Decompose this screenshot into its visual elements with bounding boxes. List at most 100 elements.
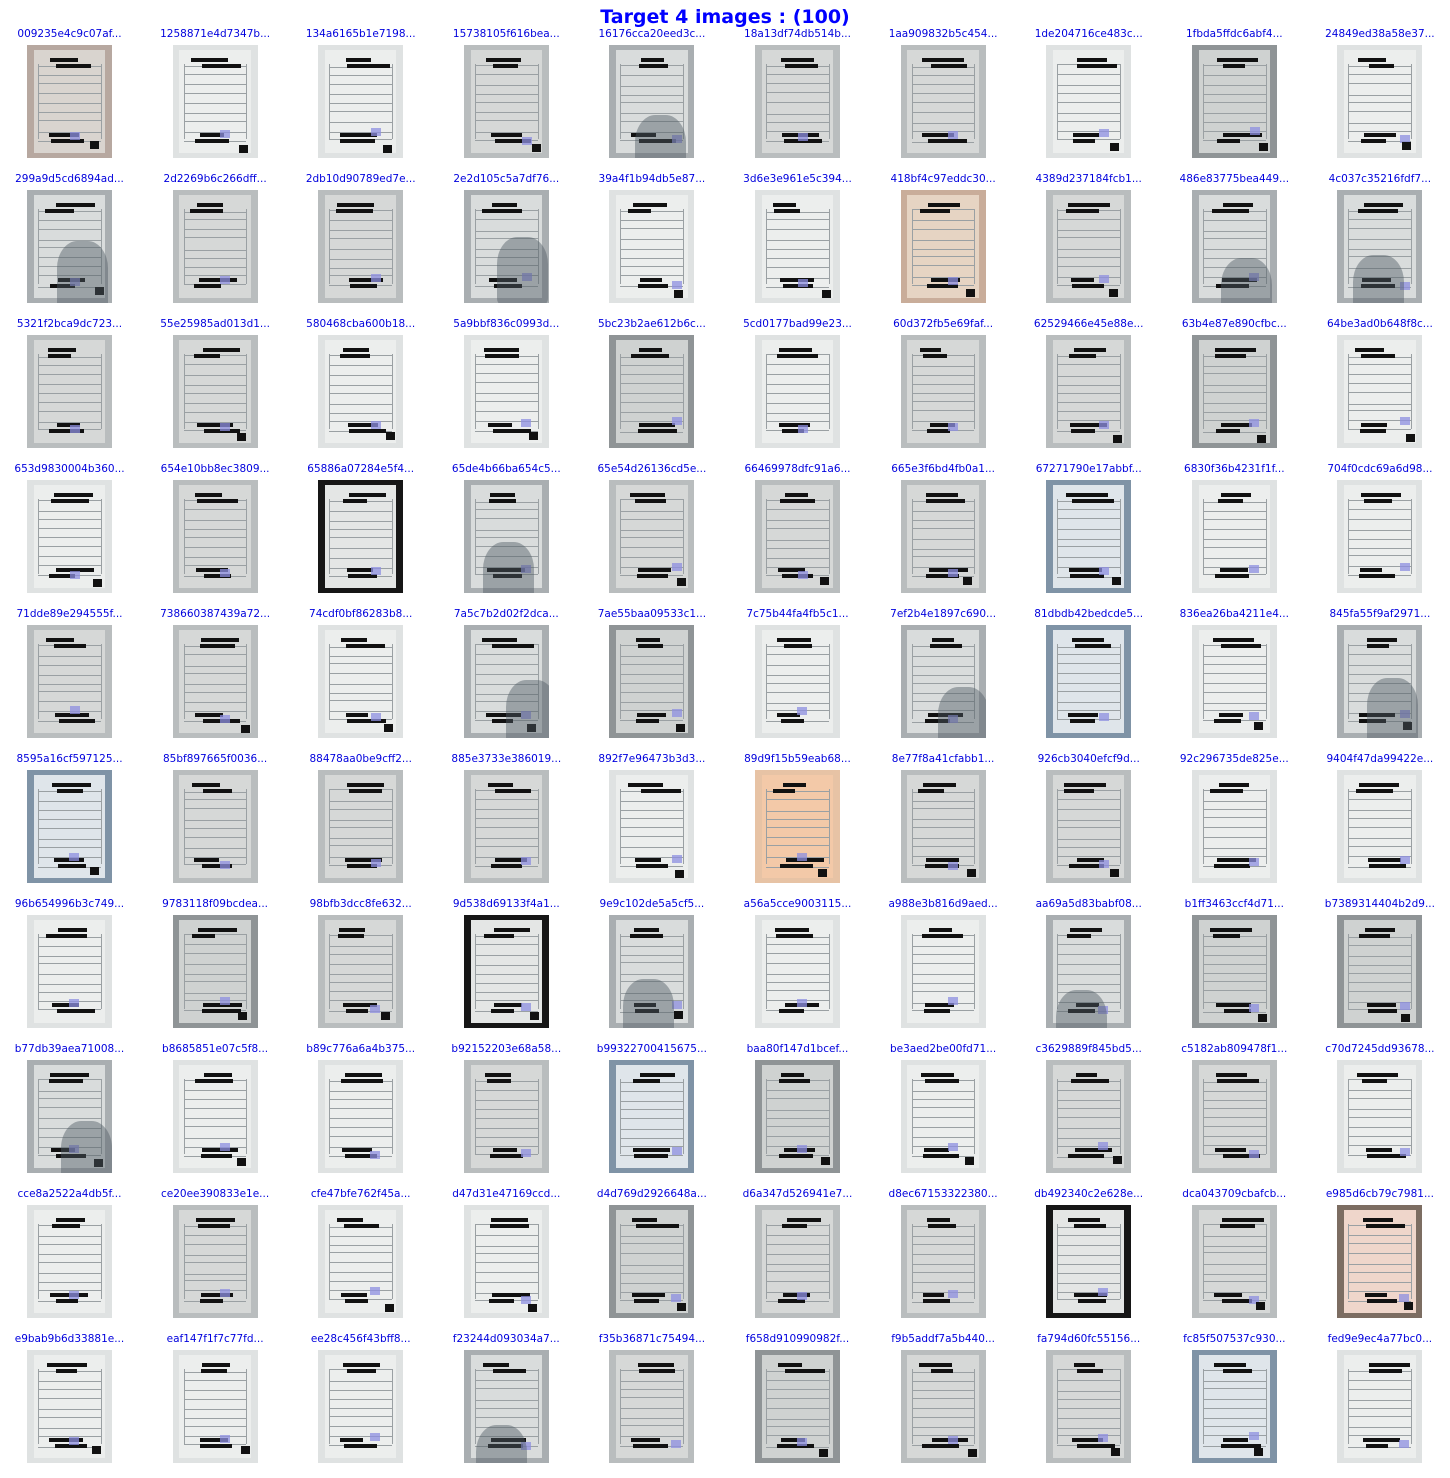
image-tile[interactable]: 665e3f6bd4fb0a1... bbox=[874, 463, 1019, 608]
image-tile[interactable]: 89d9f15b59eab68... bbox=[728, 753, 873, 898]
image-tile[interactable]: c70d7245dd93678... bbox=[1310, 1043, 1450, 1188]
image-tile[interactable]: 7c75b44fa4fb5c1... bbox=[728, 608, 873, 753]
image-tile[interactable]: 009235e4c9c07af... bbox=[0, 28, 145, 173]
image-tile[interactable]: d4d769d2926648a... bbox=[582, 1188, 727, 1333]
image-tile[interactable]: d47d31e47169ccd... bbox=[437, 1188, 582, 1333]
image-tile[interactable]: a56a5cce9003115... bbox=[728, 898, 873, 1043]
image-tile[interactable]: 5321f2bca9dc723... bbox=[0, 318, 145, 463]
image-tile[interactable]: 2db10d90789ed7e... bbox=[291, 173, 436, 318]
image-tile[interactable]: 134a6165b1e7198... bbox=[291, 28, 436, 173]
image-tile[interactable]: 88478aa0be9cff2... bbox=[291, 753, 436, 898]
image-tile[interactable]: c3629889f845bd5... bbox=[1019, 1043, 1164, 1188]
image-tile[interactable]: 2e2d105c5a7df76... bbox=[437, 173, 582, 318]
image-tile[interactable]: f35b36871c75494... bbox=[582, 1333, 727, 1478]
image-tile[interactable]: 96b654996b3c749... bbox=[0, 898, 145, 1043]
image-tile[interactable]: 9783118f09bcdea... bbox=[146, 898, 291, 1043]
image-tile[interactable]: 66469978dfc91a6... bbox=[728, 463, 873, 608]
image-tile[interactable]: 9d538d69133f4a1... bbox=[437, 898, 582, 1043]
image-tile[interactable]: ce20ee390833e1e... bbox=[146, 1188, 291, 1333]
image-tile[interactable]: 1aa909832b5c454... bbox=[874, 28, 1019, 173]
image-tile[interactable]: 71dde89e294555f... bbox=[0, 608, 145, 753]
image-tile[interactable]: 486e83775bea449... bbox=[1165, 173, 1310, 318]
image-tile[interactable]: 65e54d26136cd5e... bbox=[582, 463, 727, 608]
image-tile[interactable]: d8ec67153322380... bbox=[874, 1188, 1019, 1333]
image-tile[interactable]: 845fa55f9af2971... bbox=[1310, 608, 1450, 753]
image-tile[interactable]: b89c776a6a4b375... bbox=[291, 1043, 436, 1188]
image-tile[interactable]: 1de204716ce483c... bbox=[1019, 28, 1164, 173]
image-tile[interactable]: 738660387439a72... bbox=[146, 608, 291, 753]
image-tile[interactable]: ee28c456f43bff8... bbox=[291, 1333, 436, 1478]
image-tile[interactable]: b8685851e07c5f8... bbox=[146, 1043, 291, 1188]
image-tile[interactable]: 67271790e17abbf... bbox=[1019, 463, 1164, 608]
image-tile[interactable]: 8e77f8a41cfabb1... bbox=[874, 753, 1019, 898]
image-tile[interactable]: eaf147f1f7c77fd... bbox=[146, 1333, 291, 1478]
image-tile[interactable]: b7389314404b2d9... bbox=[1310, 898, 1450, 1043]
image-tile[interactable]: 4389d237184fcb1... bbox=[1019, 173, 1164, 318]
image-tile[interactable]: baa80f147d1bcef... bbox=[728, 1043, 873, 1188]
image-tile[interactable]: 39a4f1b94db5e87... bbox=[582, 173, 727, 318]
image-tile[interactable]: dca043709cbafcb... bbox=[1165, 1188, 1310, 1333]
image-tile[interactable]: f23244d093034a7... bbox=[437, 1333, 582, 1478]
image-tile[interactable]: 16176cca20eed3c... bbox=[582, 28, 727, 173]
image-tile[interactable]: cfe47bfe762f45a... bbox=[291, 1188, 436, 1333]
image-tile[interactable]: 74cdf0bf86283b8... bbox=[291, 608, 436, 753]
image-tile[interactable]: 18a13df74db514b... bbox=[728, 28, 873, 173]
image-tile[interactable]: d6a347d526941e7... bbox=[728, 1188, 873, 1333]
image-tile[interactable]: 64be3ad0b648f8c... bbox=[1310, 318, 1450, 463]
image-tile[interactable]: 704f0cdc69a6d98... bbox=[1310, 463, 1450, 608]
image-tile[interactable]: 4c037c35216fdf7... bbox=[1310, 173, 1450, 318]
image-tile[interactable]: 15738105f616bea... bbox=[437, 28, 582, 173]
image-tile[interactable]: 65886a07284e5f4... bbox=[291, 463, 436, 608]
image-tile[interactable]: 2d2269b6c266dff... bbox=[146, 173, 291, 318]
image-tile[interactable]: 5cd0177bad99e23... bbox=[728, 318, 873, 463]
image-tile[interactable]: c5182ab809478f1... bbox=[1165, 1043, 1310, 1188]
image-tile[interactable]: 926cb3040efcf9d... bbox=[1019, 753, 1164, 898]
image-tile[interactable]: 1258871e4d7347b... bbox=[146, 28, 291, 173]
image-tile[interactable]: 81dbdb42bedcde5... bbox=[1019, 608, 1164, 753]
image-tile[interactable]: 55e25985ad013d1... bbox=[146, 318, 291, 463]
image-tile[interactable]: e985d6cb79c7981... bbox=[1310, 1188, 1450, 1333]
image-tile[interactable]: 654e10bb8ec3809... bbox=[146, 463, 291, 608]
image-tile[interactable]: 836ea26ba4211e4... bbox=[1165, 608, 1310, 753]
image-tile[interactable]: 98bfb3dcc8fe632... bbox=[291, 898, 436, 1043]
image-tile[interactable]: b1ff3463ccf4d71... bbox=[1165, 898, 1310, 1043]
image-tile[interactable]: db492340c2e628e... bbox=[1019, 1188, 1164, 1333]
image-tile[interactable]: fc85f507537c930... bbox=[1165, 1333, 1310, 1478]
image-tile[interactable]: 5bc23b2ae612b6c... bbox=[582, 318, 727, 463]
image-tile[interactable]: 885e3733e386019... bbox=[437, 753, 582, 898]
image-tile[interactable]: 60d372fb5e69faf... bbox=[874, 318, 1019, 463]
image-tile[interactable]: 9404f47da99422e... bbox=[1310, 753, 1450, 898]
image-tile[interactable]: b92152203e68a58... bbox=[437, 1043, 582, 1188]
image-tile[interactable]: f658d910990982f... bbox=[728, 1333, 873, 1478]
image-tile[interactable]: 65de4b66ba654c5... bbox=[437, 463, 582, 608]
image-tile[interactable]: 7ae55baa09533c1... bbox=[582, 608, 727, 753]
image-tile[interactable]: fa794d60fc55156... bbox=[1019, 1333, 1164, 1478]
image-tile[interactable]: 8595a16cf597125... bbox=[0, 753, 145, 898]
image-tile[interactable]: 3d6e3e961e5c394... bbox=[728, 173, 873, 318]
image-tile[interactable]: fed9e9ec4a77bc0... bbox=[1310, 1333, 1450, 1478]
image-tile[interactable]: 418bf4c97eddc30... bbox=[874, 173, 1019, 318]
image-tile[interactable]: 63b4e87e890cfbc... bbox=[1165, 318, 1310, 463]
image-tile[interactable]: f9b5addf7a5b440... bbox=[874, 1333, 1019, 1478]
image-tile[interactable]: cce8a2522a4db5f... bbox=[0, 1188, 145, 1333]
image-tile[interactable]: 1fbda5ffdc6abf4... bbox=[1165, 28, 1310, 173]
image-tile[interactable]: 85bf897665f0036... bbox=[146, 753, 291, 898]
image-tile[interactable]: 92c296735de825e... bbox=[1165, 753, 1310, 898]
image-tile[interactable]: e9bab9b6d33881e... bbox=[0, 1333, 145, 1478]
image-tile[interactable]: 62529466e45e88e... bbox=[1019, 318, 1164, 463]
image-tile[interactable]: b99322700415675... bbox=[582, 1043, 727, 1188]
image-tile[interactable]: 580468cba600b18... bbox=[291, 318, 436, 463]
image-tile[interactable]: 299a9d5cd6894ad... bbox=[0, 173, 145, 318]
image-tile[interactable]: a988e3b816d9aed... bbox=[874, 898, 1019, 1043]
image-tile[interactable]: 7ef2b4e1897c690... bbox=[874, 608, 1019, 753]
image-tile[interactable]: 892f7e96473b3d3... bbox=[582, 753, 727, 898]
image-tile[interactable]: aa69a5d83babf08... bbox=[1019, 898, 1164, 1043]
image-tile[interactable]: 9e9c102de5a5cf5... bbox=[582, 898, 727, 1043]
image-tile[interactable]: 7a5c7b2d02f2dca... bbox=[437, 608, 582, 753]
image-tile[interactable]: 24849ed38a58e37... bbox=[1310, 28, 1450, 173]
image-tile[interactable]: be3aed2be00fd71... bbox=[874, 1043, 1019, 1188]
image-tile[interactable]: 6830f36b4231f1f... bbox=[1165, 463, 1310, 608]
image-tile[interactable]: 653d9830004b360... bbox=[0, 463, 145, 608]
image-tile[interactable]: 5a9bbf836c0993d... bbox=[437, 318, 582, 463]
image-tile[interactable]: b77db39aea71008... bbox=[0, 1043, 145, 1188]
